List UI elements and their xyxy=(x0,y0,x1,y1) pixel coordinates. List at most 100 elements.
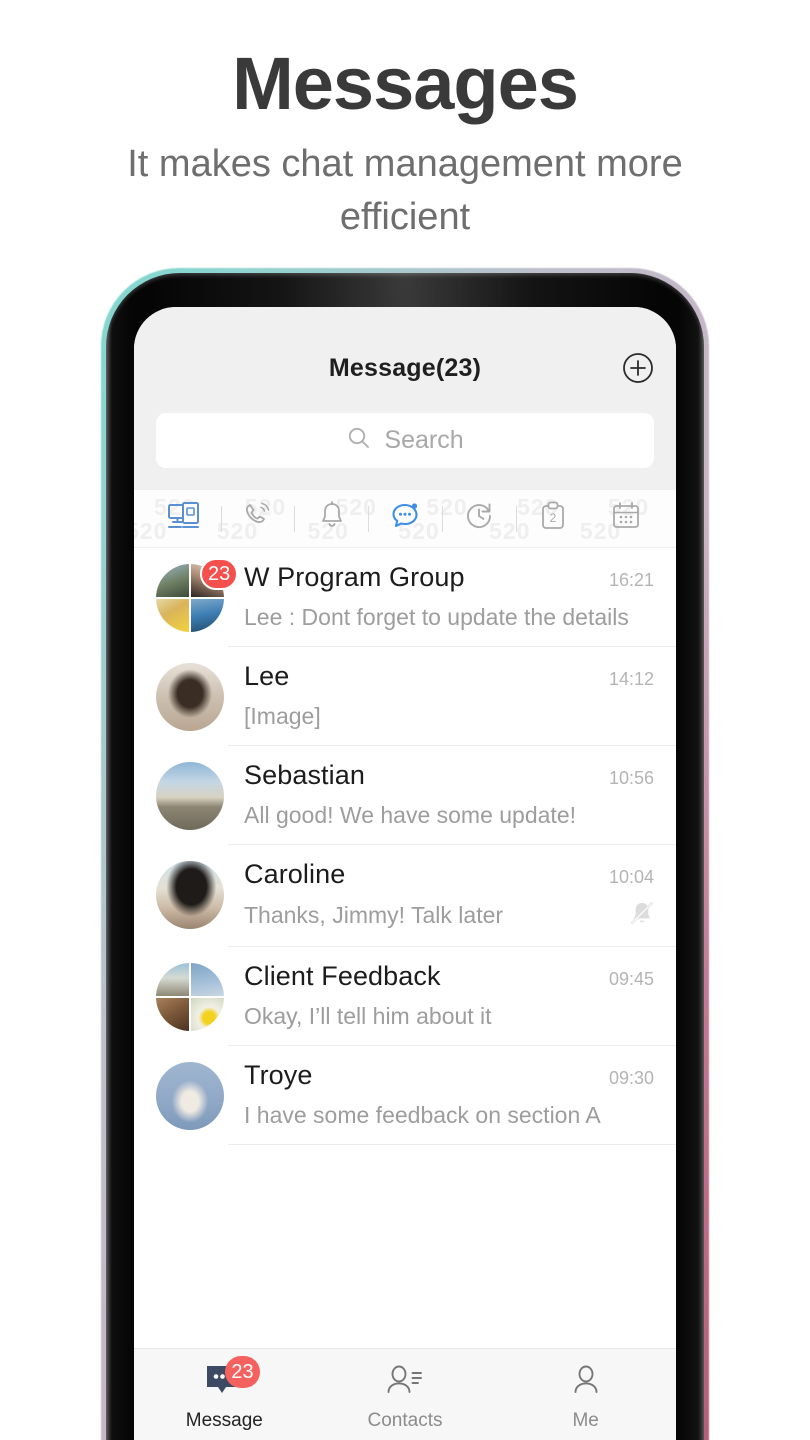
svg-text:2: 2 xyxy=(550,511,557,525)
table-row[interactable]: Sebastian 10:56 All good! We have some u… xyxy=(156,746,676,845)
search-input[interactable]: Search xyxy=(156,413,654,468)
search-placeholder-text: Search xyxy=(384,426,464,454)
bottom-tab-bar: 23 Message Contacts Me xyxy=(134,1348,676,1440)
monitor-document-icon xyxy=(167,501,201,536)
chat-top-line: Client Feedback 09:45 xyxy=(244,961,676,992)
tab-icon-wrap xyxy=(565,1362,607,1404)
contacts-icon xyxy=(384,1362,426,1405)
avatar-column xyxy=(156,760,228,830)
chat-body: Troye 09:30 I have some feedback on sect… xyxy=(228,1060,676,1145)
avatar-column xyxy=(156,961,228,1031)
page-title: Messages xyxy=(232,42,579,125)
app-title: Message(23) xyxy=(328,353,482,382)
search-bar-container: Search xyxy=(134,391,676,490)
chat-preview: Okay, I’ll tell him about it xyxy=(244,1002,492,1029)
chat-name: Caroline xyxy=(244,859,346,889)
chat-preview: I have some feedback on section A xyxy=(244,1101,601,1128)
avatar-column xyxy=(156,859,228,929)
chat-body: Sebastian 10:56 All good! We have some u… xyxy=(228,760,676,845)
avatar-sebastian xyxy=(156,762,224,830)
table-row[interactable]: Lee 14:12 [Image] xyxy=(156,647,676,746)
avatar-lee xyxy=(156,663,224,731)
chat-time: 10:56 xyxy=(608,768,654,788)
table-row[interactable]: Troye 09:30 I have some feedback on sect… xyxy=(156,1046,676,1145)
mute-slot xyxy=(618,899,676,932)
chat-name: Client Feedback xyxy=(244,961,441,991)
tab-label: Message xyxy=(185,1410,263,1431)
tab-me[interactable]: Me xyxy=(495,1362,676,1432)
person-icon xyxy=(565,1362,607,1405)
chat-preview: [Image] xyxy=(244,702,321,729)
clock-history-icon xyxy=(464,501,494,536)
filter-calls[interactable] xyxy=(222,501,295,536)
chat-bottom-line: [Image] xyxy=(244,701,676,731)
filter-chats[interactable] xyxy=(369,501,442,536)
page-subtitle: It makes chat management more efficient xyxy=(127,143,683,238)
unread-badge: 23 xyxy=(200,558,239,590)
phone-screen: Message(23) Search 520 520 520 520 520 5… xyxy=(134,307,676,1440)
avatar-caroline xyxy=(156,861,224,929)
chat-name: Lee xyxy=(244,661,290,691)
chat-bottom-line: Lee : Dont forget to update the details xyxy=(244,602,676,632)
tab-icon-wrap: 23 xyxy=(203,1356,260,1404)
chat-body: Client Feedback 09:45 Okay, I’ll tell hi… xyxy=(228,961,676,1046)
tab-message[interactable]: 23 Message xyxy=(134,1356,315,1432)
avatar-column xyxy=(156,661,228,731)
chat-bottom-line: Okay, I’ll tell him about it xyxy=(244,1001,676,1031)
bell-muted-icon xyxy=(628,899,656,932)
avatar-column xyxy=(156,1060,228,1130)
search-icon xyxy=(346,425,372,456)
chat-preview: All good! We have some update! xyxy=(244,801,577,828)
chat-preview: Lee : Dont forget to update the details xyxy=(244,603,629,630)
filter-recent[interactable] xyxy=(443,501,516,536)
plus-circle-icon[interactable] xyxy=(622,352,654,384)
chat-list: 23 W Program Group 16:21 Lee : Dont forg… xyxy=(134,548,676,1145)
filter-notifications[interactable] xyxy=(295,501,368,536)
table-row[interactable]: Client Feedback 09:45 Okay, I’ll tell hi… xyxy=(156,947,676,1046)
table-row[interactable]: 23 W Program Group 16:21 Lee : Dont forg… xyxy=(156,548,676,647)
chat-body: Lee 14:12 [Image] xyxy=(228,661,676,746)
promo-headline-block: Messages It makes chat management more e… xyxy=(0,0,810,244)
chat-top-line: Lee 14:12 xyxy=(244,661,676,692)
avatar-column: 23 xyxy=(156,558,239,632)
chat-top-line: Troye 09:30 xyxy=(244,1060,676,1091)
phone-call-icon xyxy=(243,501,273,536)
chat-name: Troye xyxy=(244,1060,313,1090)
tab-label: Contacts xyxy=(367,1410,443,1431)
phone-mockup: Message(23) Search 520 520 520 520 520 5… xyxy=(101,268,709,1440)
filter-tasks[interactable]: 2 xyxy=(517,501,590,536)
filter-calendar[interactable] xyxy=(589,501,662,536)
table-row[interactable]: Caroline 10:04 Thanks, Jimmy! Talk later xyxy=(156,845,676,947)
chat-bottom-line: Thanks, Jimmy! Talk later xyxy=(244,899,676,932)
chat-time: 14:12 xyxy=(608,669,654,689)
avatar-tile xyxy=(191,963,224,996)
chat-time: 16:21 xyxy=(608,570,654,590)
filter-workbench[interactable] xyxy=(148,501,221,536)
clipboard-icon: 2 xyxy=(540,501,566,536)
chat-bottom-line: I have some feedback on section A xyxy=(244,1100,676,1130)
calendar-icon xyxy=(611,501,641,536)
avatar-tile xyxy=(156,963,189,996)
chat-preview: Thanks, Jimmy! Talk later xyxy=(244,902,504,928)
chat-top-line: W Program Group 16:21 xyxy=(244,562,676,593)
chat-name: W Program Group xyxy=(244,562,465,592)
chat-time: 09:45 xyxy=(608,969,654,989)
chat-top-line: Caroline 10:04 xyxy=(244,859,676,890)
chat-body: W Program Group 16:21 Lee : Dont forget … xyxy=(228,562,676,647)
tab-unread-badge: 23 xyxy=(225,1356,260,1388)
avatar-tile xyxy=(156,998,189,1031)
app-header: Message(23) Search xyxy=(134,307,676,490)
avatar-tile xyxy=(191,599,224,632)
avatar-client-feedback xyxy=(156,963,224,1031)
filter-icon-row: 520 520 520 520 520 520 520 520 520 520 … xyxy=(134,490,676,548)
chat-top-line: Sebastian 10:56 xyxy=(244,760,676,791)
tab-contacts[interactable]: Contacts xyxy=(315,1362,496,1432)
chat-time: 10:04 xyxy=(608,867,654,887)
avatar-troye xyxy=(156,1062,224,1130)
tab-icon-wrap xyxy=(384,1362,426,1404)
chat-time: 09:30 xyxy=(608,1068,654,1088)
app-title-row: Message(23) xyxy=(134,345,676,391)
chat-body: Caroline 10:04 Thanks, Jimmy! Talk later xyxy=(228,859,676,947)
avatar-tile xyxy=(156,564,189,597)
chat-name: Sebastian xyxy=(244,760,365,790)
